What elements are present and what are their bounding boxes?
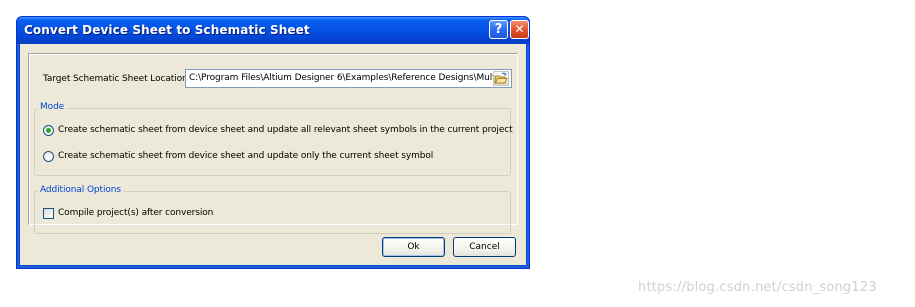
mode-option-update-current-label[interactable]: Create schematic sheet from device sheet…: [58, 151, 433, 161]
target-location-field[interactable]: C:\Program Files\Altium Designer 6\Examp…: [185, 69, 512, 88]
compile-checkbox-label[interactable]: Compile project(s) after conversion: [58, 208, 213, 218]
screenshot: Convert Device Sheet to Schematic Sheet …: [0, 0, 915, 307]
mode-groupbox: Mode Create schematic sheet from device …: [34, 102, 513, 176]
watermark-text: https://blog.csdn.net/csdn_song123: [638, 280, 877, 295]
cancel-button[interactable]: Cancel: [453, 237, 516, 257]
convert-device-sheet-dialog: Convert Device Sheet to Schematic Sheet …: [16, 16, 530, 269]
dialog-body: Target Schematic Sheet Location: C:\Prog…: [20, 44, 526, 265]
title-bar[interactable]: Convert Device Sheet to Schematic Sheet …: [17, 17, 529, 44]
dialog-title: Convert Device Sheet to Schematic Sheet: [24, 23, 310, 37]
additional-options-caption: Additional Options: [38, 185, 123, 195]
radio-update-all[interactable]: [43, 125, 54, 136]
radio-update-current[interactable]: [43, 151, 54, 162]
radio-selected-dot-icon: [46, 128, 51, 133]
mode-option-update-all-label[interactable]: Create schematic sheet from device sheet…: [58, 125, 513, 135]
mode-caption: Mode: [38, 102, 67, 112]
compile-checkbox[interactable]: [43, 208, 54, 219]
close-button[interactable]: ✕: [510, 20, 529, 39]
settings-panel: Target Schematic Sheet Location: C:\Prog…: [28, 53, 518, 234]
additional-options-groupbox: Additional Options Compile project(s) af…: [34, 185, 511, 234]
help-button[interactable]: ?: [489, 20, 508, 39]
browse-button[interactable]: [493, 71, 509, 86]
target-location-label: Target Schematic Sheet Location:: [43, 74, 191, 84]
folder-open-icon: [494, 72, 508, 84]
ok-button[interactable]: Ok: [382, 237, 445, 257]
